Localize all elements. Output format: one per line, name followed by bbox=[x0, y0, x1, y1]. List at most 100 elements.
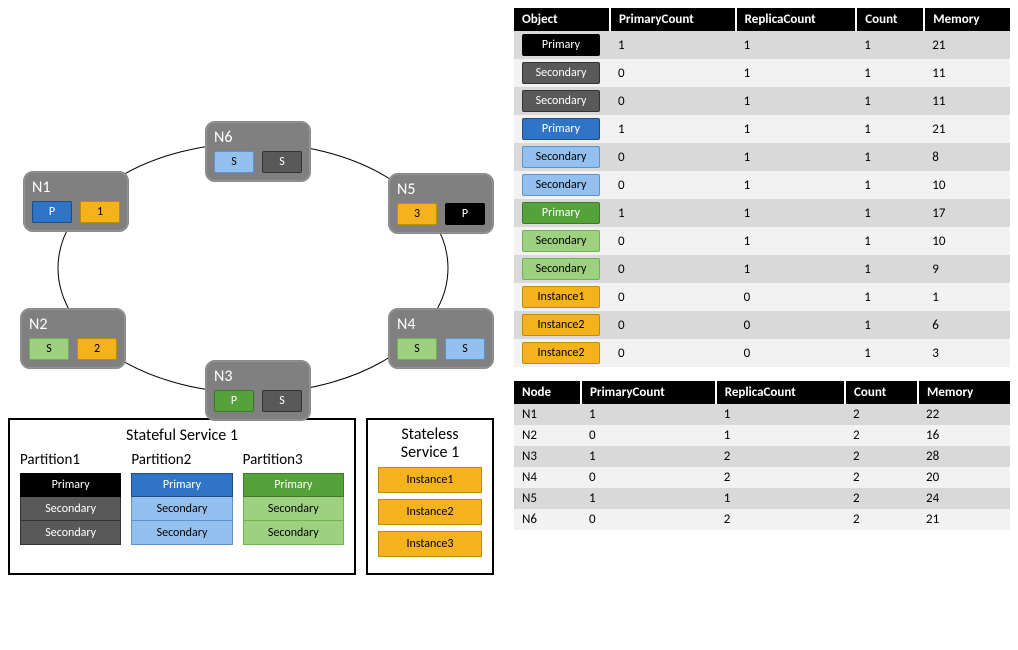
object-chip: Primary bbox=[522, 202, 600, 224]
cell-primarycount: 1 bbox=[610, 115, 736, 143]
cell-memory: 11 bbox=[924, 59, 1010, 87]
cell-replicacount: 1 bbox=[716, 488, 845, 509]
cell-memory: 24 bbox=[918, 488, 1010, 509]
object-chip: Secondary bbox=[522, 258, 600, 280]
table-row: N602221 bbox=[514, 509, 1010, 530]
cell-node: N4 bbox=[514, 467, 581, 488]
node-title: N3 bbox=[214, 367, 302, 386]
cell-count: 1 bbox=[856, 143, 924, 171]
cell-primarycount: 0 bbox=[610, 227, 736, 255]
cell-count: 1 bbox=[856, 59, 924, 87]
node-n5: N53P bbox=[388, 173, 494, 234]
node-n3: N3PS bbox=[205, 360, 311, 421]
role-secondary: Secondary bbox=[131, 521, 232, 545]
cell-replicacount: 1 bbox=[736, 31, 857, 59]
cell-count: 1 bbox=[856, 227, 924, 255]
cell-replicacount: 0 bbox=[736, 339, 857, 367]
table-row: Instance10011 bbox=[514, 283, 1010, 311]
partition-title: Partition3 bbox=[243, 451, 344, 469]
cell-primarycount: 1 bbox=[581, 488, 716, 509]
stateful-service-panel: Stateful Service 1 Partition1PrimarySeco… bbox=[8, 418, 356, 575]
cell-count: 2 bbox=[845, 404, 918, 425]
cell-primarycount: 1 bbox=[610, 199, 736, 227]
cell-node: N3 bbox=[514, 446, 581, 467]
cell-replicacount: 1 bbox=[736, 255, 857, 283]
node-title: N5 bbox=[397, 180, 485, 199]
cell-node: N6 bbox=[514, 509, 581, 530]
table-row: Secondary0118 bbox=[514, 143, 1010, 171]
cell-primarycount: 0 bbox=[610, 171, 736, 199]
cell-memory: 20 bbox=[918, 467, 1010, 488]
cell-replicacount: 1 bbox=[716, 404, 845, 425]
cell-replicacount: 2 bbox=[716, 446, 845, 467]
cell-memory: 8 bbox=[924, 143, 1010, 171]
object-table: ObjectPrimaryCountReplicaCountCountMemor… bbox=[514, 8, 1010, 367]
role-secondary: Secondary bbox=[243, 521, 344, 545]
cell-primarycount: 0 bbox=[581, 467, 716, 488]
object-chip: Instance2 bbox=[522, 314, 600, 336]
cell-replicacount: 2 bbox=[716, 509, 845, 530]
cell-replicacount: 1 bbox=[736, 143, 857, 171]
replica-chip: 1 bbox=[80, 201, 120, 223]
col-header: ReplicaCount bbox=[736, 8, 857, 31]
table-row: Primary11117 bbox=[514, 199, 1010, 227]
col-header: PrimaryCount bbox=[581, 381, 716, 404]
replica-chip: 2 bbox=[77, 338, 117, 360]
cell-memory: 6 bbox=[924, 311, 1010, 339]
replica-chip: S bbox=[262, 151, 302, 173]
cell-primarycount: 0 bbox=[610, 255, 736, 283]
table-row: Primary11121 bbox=[514, 31, 1010, 59]
table-row: Instance20013 bbox=[514, 339, 1010, 367]
cell-memory: 21 bbox=[918, 509, 1010, 530]
cell-count: 2 bbox=[845, 446, 918, 467]
cell-primarycount: 1 bbox=[610, 31, 736, 59]
partition: Partition2PrimarySecondarySecondary bbox=[131, 451, 232, 545]
role-secondary: Secondary bbox=[243, 497, 344, 521]
col-header: Memory bbox=[924, 8, 1010, 31]
partition-title: Partition1 bbox=[20, 451, 121, 469]
replica-chip: P bbox=[214, 390, 254, 412]
cell-primarycount: 0 bbox=[610, 339, 736, 367]
cell-count: 2 bbox=[845, 488, 918, 509]
cell-memory: 9 bbox=[924, 255, 1010, 283]
table-row: Secondary01110 bbox=[514, 171, 1010, 199]
stateless-service-panel: Stateless Service 1 Instance1 Instance2 In… bbox=[366, 418, 494, 575]
node-table: NodePrimaryCountReplicaCountCountMemory … bbox=[514, 381, 1010, 530]
cluster-ring: N1P1N2S2N3PSN4SSN53PN6SS bbox=[8, 8, 498, 408]
object-chip: Secondary bbox=[522, 146, 600, 168]
object-chip: Instance2 bbox=[522, 342, 600, 364]
cell-memory: 3 bbox=[924, 339, 1010, 367]
stateful-title: Stateful Service 1 bbox=[20, 426, 344, 445]
table-row: Primary11121 bbox=[514, 115, 1010, 143]
node-title: N4 bbox=[397, 315, 485, 334]
node-n1: N1P1 bbox=[23, 171, 129, 232]
node-n2: N2S2 bbox=[20, 308, 126, 369]
table-row: Instance20016 bbox=[514, 311, 1010, 339]
instance: Instance2 bbox=[378, 499, 482, 525]
table-row: N201216 bbox=[514, 425, 1010, 446]
col-header: PrimaryCount bbox=[610, 8, 736, 31]
cell-count: 1 bbox=[856, 283, 924, 311]
role-secondary: Secondary bbox=[20, 497, 121, 521]
cell-primarycount: 0 bbox=[581, 509, 716, 530]
cell-primarycount: 1 bbox=[581, 446, 716, 467]
partition: Partition1PrimarySecondarySecondary bbox=[20, 451, 121, 545]
cell-memory: 10 bbox=[924, 171, 1010, 199]
node-title: N6 bbox=[214, 128, 302, 147]
col-header: Count bbox=[856, 8, 924, 31]
role-secondary: Secondary bbox=[131, 497, 232, 521]
instance: Instance3 bbox=[378, 531, 482, 557]
cell-replicacount: 1 bbox=[736, 59, 857, 87]
col-header: Node bbox=[514, 381, 581, 404]
cell-replicacount: 0 bbox=[736, 311, 857, 339]
node-n6: N6SS bbox=[205, 121, 311, 182]
cell-node: N5 bbox=[514, 488, 581, 509]
instance: Instance1 bbox=[378, 467, 482, 493]
cell-primarycount: 0 bbox=[581, 425, 716, 446]
stateless-title: Stateless Service 1 bbox=[378, 426, 482, 461]
partition-title: Partition2 bbox=[131, 451, 232, 469]
object-chip: Instance1 bbox=[522, 286, 600, 308]
cell-primarycount: 1 bbox=[581, 404, 716, 425]
cell-memory: 1 bbox=[924, 283, 1010, 311]
node-n4: N4SS bbox=[388, 308, 494, 369]
